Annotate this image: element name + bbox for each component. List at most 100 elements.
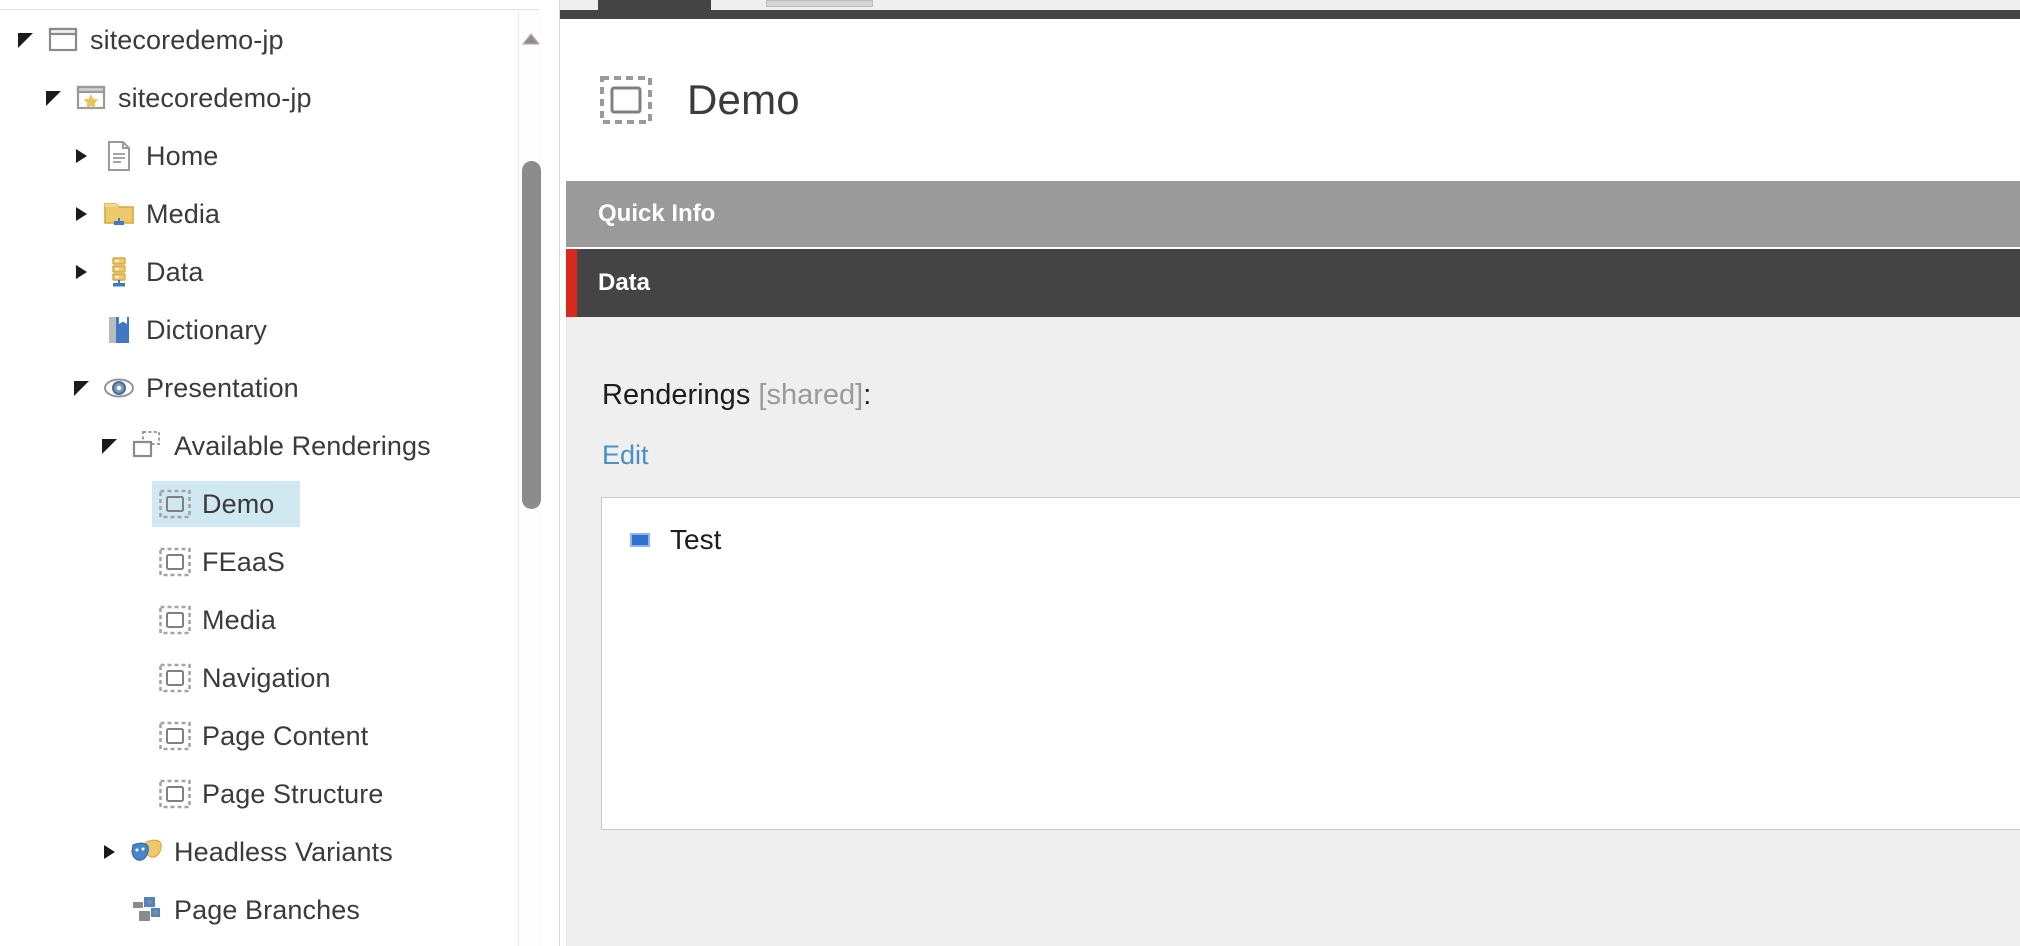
rendering-dashed-icon: [158, 661, 192, 695]
edit-link[interactable]: Edit: [602, 440, 649, 471]
chevron-down-icon[interactable]: [66, 359, 96, 417]
list-item[interactable]: Test: [630, 520, 2020, 560]
section-data[interactable]: Data: [566, 249, 2020, 317]
tree-item-label: Navigation: [202, 662, 331, 693]
list-item-label: Test: [670, 524, 722, 555]
section-quick-info-label: Quick Info: [598, 200, 716, 227]
site-star-icon: [74, 81, 108, 115]
tree-item-label: sitecoredemo-jp: [118, 82, 312, 113]
tree-item-label: Data: [146, 256, 204, 287]
tree-item-content[interactable]: Navigation: [152, 655, 357, 701]
tree-item-content[interactable]: Page Content: [152, 713, 394, 759]
field-shared-flag: [shared]: [758, 379, 864, 411]
twisty-placeholder: [66, 301, 96, 359]
tree-item-label: FEaaS: [202, 546, 286, 577]
tree-item-label: Headless Variants: [174, 836, 393, 867]
ribbon-tabstrip[interactable]: [560, 0, 2020, 10]
chevron-right-icon[interactable]: [94, 823, 124, 881]
dictionary-book-icon: [102, 313, 136, 347]
tree-item-page-structure[interactable]: Page Structure: [0, 765, 527, 823]
tab-strip-rest: [711, 0, 2020, 10]
masks-icon: [130, 835, 164, 869]
tree-item-media[interactable]: Media: [0, 185, 527, 243]
twisty-placeholder: [122, 765, 152, 823]
section-quick-info[interactable]: Quick Info: [566, 181, 2020, 249]
field-colon: :: [863, 379, 872, 411]
tree-item-content[interactable]: Home: [96, 133, 244, 179]
tree-item-label: sitecoredemo-jp: [90, 24, 284, 55]
tree-item-label: Available Renderings: [174, 430, 431, 461]
section-data-label: Data: [598, 269, 651, 296]
tree-item-label: Dictionary: [146, 314, 268, 345]
tree-item-content[interactable]: Available Renderings: [124, 423, 457, 469]
tab-active[interactable]: [598, 0, 711, 10]
tree-item-media[interactable]: Media: [0, 591, 527, 649]
tree-item-sitecoredemo-jp[interactable]: sitecoredemo-jp: [0, 69, 527, 127]
renderings-field-label: Renderings [shared]:: [602, 379, 871, 412]
tree-item-content[interactable]: sitecoredemo-jp: [40, 17, 310, 63]
rendering-dashed-icon: [158, 777, 192, 811]
tree-item-label: Demo: [202, 488, 275, 519]
tree-item-page-branches[interactable]: Page Branches: [0, 881, 527, 939]
tree-item-label: Page Structure: [202, 778, 384, 809]
chevron-down-icon[interactable]: [38, 69, 68, 127]
twisty-placeholder: [122, 649, 152, 707]
twisty-placeholder: [94, 881, 124, 939]
tree-item-page-content[interactable]: Page Content: [0, 707, 527, 765]
ribbon-button[interactable]: [766, 0, 873, 7]
rendering-dashed-icon: [158, 603, 192, 637]
tree-item-content[interactable]: Media: [152, 597, 302, 643]
tree-scrollbar[interactable]: [518, 11, 543, 946]
tree-item-headless-variants[interactable]: Headless Variants: [0, 823, 527, 881]
media-folder-icon: [102, 197, 136, 231]
tree-item-home[interactable]: Home: [0, 127, 527, 185]
twisty-placeholder: [122, 707, 152, 765]
tree-item-navigation[interactable]: Navigation: [0, 649, 527, 707]
tree-item-content[interactable]: Page Structure: [152, 771, 410, 817]
chevron-down-icon[interactable]: [94, 417, 124, 475]
tree-item-sitecoredemo-jp[interactable]: sitecoredemo-jp: [0, 11, 527, 69]
tree-item-dictionary[interactable]: Dictionary: [0, 301, 527, 359]
tree-item-content[interactable]: Media: [96, 191, 246, 237]
eye-icon: [102, 371, 136, 405]
tree-item-content[interactable]: Demo: [152, 481, 301, 527]
tree-item-data[interactable]: Data: [0, 243, 527, 301]
content-tree[interactable]: sitecoredemo-jp sitecoredemo-jp Home Media D…: [0, 11, 527, 946]
twisty-placeholder: [122, 533, 152, 591]
field-name: Renderings: [602, 379, 751, 411]
tree-item-label: Page Content: [202, 720, 369, 751]
renderings-list: Test: [602, 498, 2020, 560]
tree-top-divider: [0, 9, 539, 10]
renderings-listbox[interactable]: Test: [601, 497, 2020, 830]
tab-strip-lead: [560, 0, 598, 10]
rendering-dashed-icon: [158, 719, 192, 753]
twisty-placeholder: [122, 475, 152, 533]
chevron-right-icon[interactable]: [66, 185, 96, 243]
rendering-dashed-icon: [158, 487, 192, 521]
rendering-dashed-icon: [600, 74, 652, 126]
tree-item-feaas[interactable]: FEaaS: [0, 533, 527, 591]
tree-item-label: Media: [202, 604, 277, 635]
tree-item-presentation[interactable]: Presentation: [0, 359, 527, 417]
tree-item-content[interactable]: FEaaS: [152, 539, 311, 585]
tree-scrollbar-thumb[interactable]: [522, 161, 541, 509]
item-header: Demo: [560, 19, 2020, 181]
tree-item-content[interactable]: Headless Variants: [124, 829, 419, 875]
tree-item-content[interactable]: Presentation: [96, 365, 325, 411]
rendering-dashed-icon: [158, 545, 192, 579]
tree-item-available-renderings[interactable]: Available Renderings: [0, 417, 527, 475]
tree-item-label: Presentation: [146, 372, 299, 403]
tree-item-content[interactable]: Dictionary: [96, 307, 293, 353]
chevron-down-icon[interactable]: [10, 11, 40, 69]
tree-item-content[interactable]: Page Branches: [124, 887, 386, 933]
tree-item-content[interactable]: sitecoredemo-jp: [68, 75, 338, 121]
data-section-body: Renderings [shared]: Edit Test: [566, 317, 2020, 946]
sitecore-content-editor: sitecoredemo-jp sitecoredemo-jp Home Media D…: [0, 0, 2020, 946]
chevron-right-icon[interactable]: [66, 243, 96, 301]
tree-item-content[interactable]: Data: [96, 249, 229, 295]
scroll-up-arrow-icon[interactable]: [519, 27, 543, 51]
item-editor-pane: Demo Quick Info Data Renderings [shared]…: [560, 0, 2020, 946]
chevron-right-icon[interactable]: [66, 127, 96, 185]
ribbon-underline: [560, 10, 2020, 19]
tree-item-demo[interactable]: Demo: [0, 475, 527, 533]
